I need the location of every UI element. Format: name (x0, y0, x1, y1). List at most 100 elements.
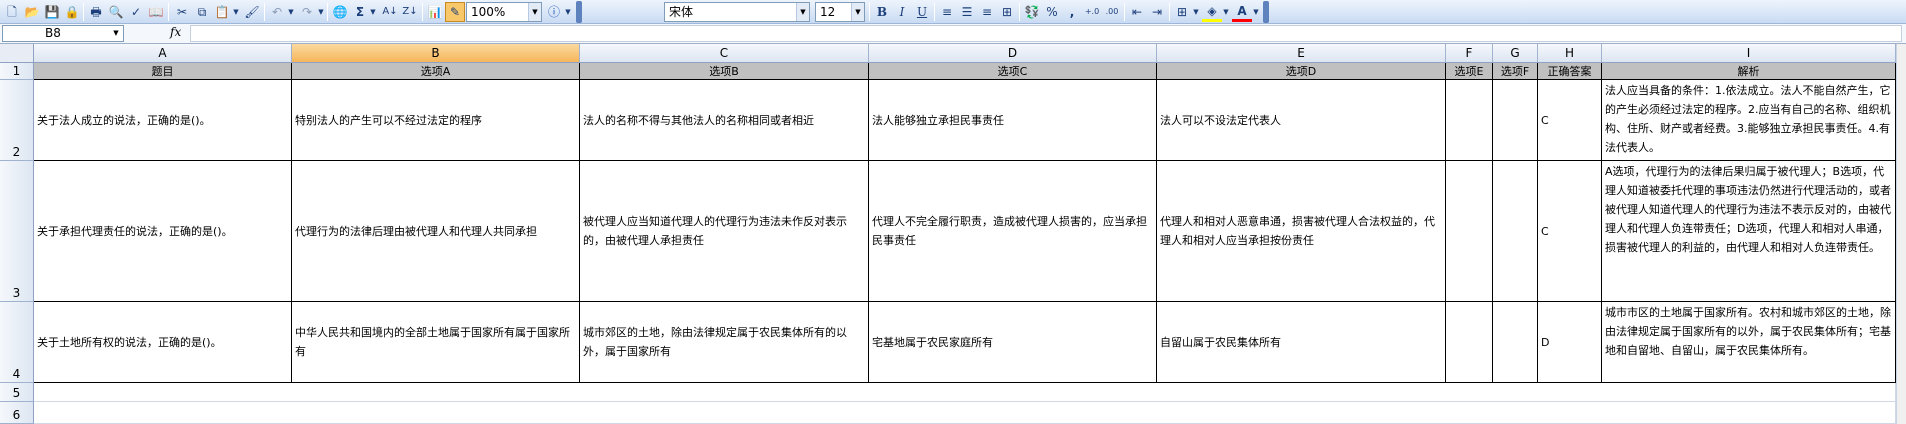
header-cell-explanation[interactable]: 解析 (1602, 63, 1896, 80)
cell-option-d[interactable]: 自留山属于农民集体所有 (1157, 302, 1446, 383)
cut-icon[interactable]: ✂ (172, 2, 192, 22)
toolbar-grip[interactable] (1263, 1, 1269, 23)
align-left-icon[interactable]: ≡ (937, 2, 957, 22)
autosum-dropdown-icon[interactable]: ▼ (368, 2, 378, 22)
chevron-down-icon[interactable]: ▼ (796, 3, 809, 21)
research-icon[interactable]: 📖 (146, 2, 166, 22)
help-dropdown-icon[interactable]: ▼ (563, 2, 573, 22)
font-color-dropdown-icon[interactable]: ▼ (1251, 2, 1261, 22)
fill-color-dropdown-icon[interactable]: ▼ (1221, 2, 1231, 22)
fx-icon[interactable]: fx (170, 25, 181, 39)
cell-question[interactable]: 关于法人成立的说法，正确的是()。 (34, 80, 292, 161)
chevron-down-icon[interactable]: ▼ (109, 26, 123, 41)
column-header-h[interactable]: H (1538, 44, 1602, 63)
help-icon[interactable]: ⓘ (544, 2, 564, 22)
cell-question[interactable]: 关于承担代理责任的说法，正确的是()。 (34, 161, 292, 302)
permission-icon[interactable]: 🔒 (62, 2, 82, 22)
cell-option-f[interactable] (1493, 80, 1538, 161)
align-center-icon[interactable]: ☰ (957, 2, 977, 22)
column-header-e[interactable]: E (1157, 44, 1446, 63)
drawing-icon[interactable]: ✎ (445, 2, 465, 22)
cell-option-a[interactable]: 代理行为的法律后理由被代理人和代理人共同承担 (292, 161, 580, 302)
print-icon[interactable]: 🖶 (86, 2, 106, 22)
header-cell-option-a[interactable]: 选项A (292, 63, 580, 80)
zoom-select[interactable]: 100% ▼ (466, 2, 542, 22)
formula-input[interactable] (190, 25, 1902, 42)
borders-dropdown-icon[interactable]: ▼ (1191, 2, 1201, 22)
font-size-select[interactable]: 12 ▼ (815, 2, 865, 22)
toolbar-grip[interactable] (576, 1, 582, 23)
cell-option-b[interactable]: 法人的名称不得与其他法人的名称相同或者相近 (580, 80, 869, 161)
cell-explanation[interactable]: A选项，代理行为的法律后果归属于被代理人；B选项，代理人知道被委托代理的事项违法… (1602, 161, 1896, 302)
select-all-corner[interactable] (0, 44, 34, 63)
chevron-down-icon[interactable]: ▼ (851, 3, 864, 21)
sort-descending-icon[interactable]: Z↓ (400, 2, 420, 22)
header-cell-option-e[interactable]: 选项E (1446, 63, 1493, 80)
paste-icon[interactable]: 📋 (212, 2, 232, 22)
empty-row-6[interactable] (34, 402, 1896, 424)
open-icon[interactable]: 📂 (22, 2, 42, 22)
comma-style-button[interactable]: , (1062, 2, 1082, 22)
cell-option-c[interactable]: 代理人不完全履行职责，造成被代理人损害的，应当承担民事责任 (869, 161, 1157, 302)
borders-icon[interactable]: ⊞ (1172, 2, 1192, 22)
italic-button[interactable]: I (892, 2, 912, 22)
increase-decimal-icon[interactable]: +.0 (1082, 2, 1102, 22)
cell-option-f[interactable] (1493, 161, 1538, 302)
save-icon[interactable]: 💾 (42, 2, 62, 22)
vertical-scrollbar[interactable] (1896, 44, 1906, 424)
chevron-down-icon[interactable]: ▼ (528, 3, 541, 21)
column-header-f[interactable]: F (1446, 44, 1493, 63)
hyperlink-icon[interactable]: 🌐 (330, 2, 350, 22)
merge-center-icon[interactable]: ⊞ (997, 2, 1017, 22)
percent-button[interactable]: % (1042, 2, 1062, 22)
redo-icon[interactable]: ↷ (297, 2, 317, 22)
font-color-icon[interactable]: A (1232, 2, 1252, 22)
sort-ascending-icon[interactable]: A↓ (380, 2, 400, 22)
cell-option-d[interactable]: 法人可以不设法定代表人 (1157, 80, 1446, 161)
fill-color-icon[interactable]: ◈ (1202, 2, 1222, 22)
undo-dropdown-icon[interactable]: ▼ (286, 2, 296, 22)
decrease-decimal-icon[interactable]: .00 (1102, 2, 1122, 22)
increase-indent-icon[interactable]: ⇥ (1147, 2, 1167, 22)
print-preview-icon[interactable]: 🔍 (106, 2, 126, 22)
spelling-icon[interactable]: ✓ (126, 2, 146, 22)
font-name-select[interactable]: 宋体 ▼ (664, 2, 810, 22)
column-header-b[interactable]: B (292, 44, 580, 63)
autosum-icon[interactable]: Σ (350, 2, 370, 22)
header-cell-answer[interactable]: 正确答案 (1538, 63, 1602, 80)
column-header-a[interactable]: A (34, 44, 292, 63)
column-header-d[interactable]: D (869, 44, 1157, 63)
cell-option-c[interactable]: 法人能够独立承担民事责任 (869, 80, 1157, 161)
row-header-3[interactable]: 3 (0, 161, 34, 302)
cell-option-a[interactable]: 中华人民共和国境内的全部土地属于国家所有属于国家所有 (292, 302, 580, 383)
empty-row-5[interactable] (34, 383, 1896, 402)
cell-answer[interactable]: C (1538, 161, 1602, 302)
cell-option-b[interactable]: 城市郊区的土地，除由法律规定属于农民集体所有的以外，属于国家所有 (580, 302, 869, 383)
bold-button[interactable]: B (872, 2, 892, 22)
column-header-g[interactable]: G (1493, 44, 1538, 63)
header-cell-question[interactable]: 题目 (34, 63, 292, 80)
cell-explanation[interactable]: 城市市区的土地属于国家所有。农村和城市郊区的土地，除由法律规定属于国家所有的以外… (1602, 302, 1896, 383)
header-cell-option-b[interactable]: 选项B (580, 63, 869, 80)
underline-button[interactable]: U (912, 2, 932, 22)
cell-option-c[interactable]: 宅基地属于农民家庭所有 (869, 302, 1157, 383)
redo-dropdown-icon[interactable]: ▼ (316, 2, 326, 22)
cell-option-e[interactable] (1446, 161, 1493, 302)
cell-option-f[interactable] (1493, 302, 1538, 383)
cell-option-b[interactable]: 被代理人应当知道代理人的代理行为违法未作反对表示的，由被代理人承担责任 (580, 161, 869, 302)
column-header-c[interactable]: C (580, 44, 869, 63)
cell-question[interactable]: 关于土地所有权的说法，正确的是()。 (34, 302, 292, 383)
currency-icon[interactable]: 💱 (1022, 2, 1042, 22)
cell-option-d[interactable]: 代理人和相对人恶意串通，损害被代理人合法权益的，代理人和相对人应当承担按份责任 (1157, 161, 1446, 302)
row-header-1[interactable]: 1 (0, 63, 34, 80)
align-right-icon[interactable]: ≡ (977, 2, 997, 22)
cell-option-e[interactable] (1446, 302, 1493, 383)
row-header-2[interactable]: 2 (0, 80, 34, 161)
copy-icon[interactable]: ⧉ (192, 2, 212, 22)
header-cell-option-c[interactable]: 选项C (869, 63, 1157, 80)
undo-icon[interactable]: ↶ (267, 2, 287, 22)
row-header-6[interactable]: 6 (0, 402, 34, 424)
name-box[interactable]: B8 ▼ (2, 25, 124, 42)
row-header-4[interactable]: 4 (0, 302, 34, 383)
cell-answer[interactable]: D (1538, 302, 1602, 383)
